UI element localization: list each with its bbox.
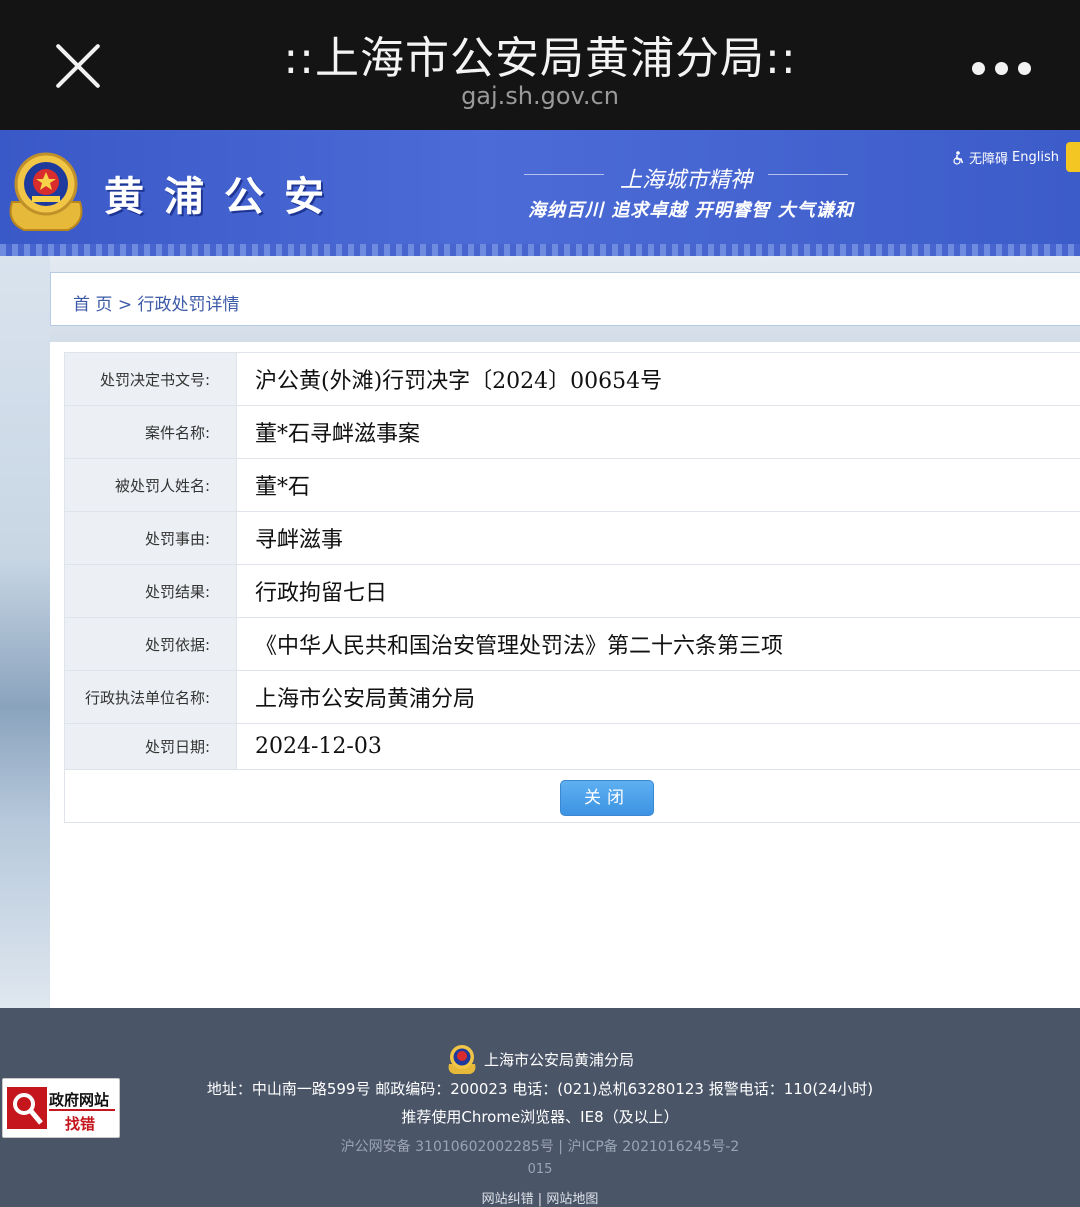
field-value: 《中华人民共和国治安管理处罚法》第二十六条第三项 xyxy=(255,634,784,659)
page-url: gaj.sh.gov.cn xyxy=(461,82,619,110)
field-value: 上海市公安局黄浦分局 xyxy=(255,687,476,712)
slogan-title: 上海城市精神 xyxy=(523,162,849,194)
breadcrumb-current: 行政处罚详情 xyxy=(137,295,240,315)
table-row: 处罚结果: 行政拘留七日 xyxy=(65,565,1080,618)
close-button[interactable]: 关闭 xyxy=(560,780,654,816)
accessibility-link[interactable]: 无障碍 xyxy=(969,148,1008,167)
breadcrumb-home[interactable]: 首 页 xyxy=(73,295,112,315)
side-tab[interactable] xyxy=(1066,142,1080,172)
site-name: 黄浦公安 xyxy=(104,173,344,220)
field-value: 寻衅滋事 xyxy=(255,528,344,553)
table-row: 处罚决定书文号: 沪公黄(外滩)行罚决字〔2024〕00654号 xyxy=(65,353,1080,406)
gov-site-error-badge[interactable]: 政府网站 找错 xyxy=(2,1078,120,1138)
background-cityscape xyxy=(0,256,50,1008)
button-row: 关闭 xyxy=(65,770,1080,822)
table-row: 处罚事由: 寻衅滋事 xyxy=(65,512,1080,565)
field-value: 行政拘留七日 xyxy=(255,581,388,606)
field-label: 被处罚人姓名: xyxy=(65,459,237,511)
footer-record[interactable]: 沪公网安备 31010602002285号 | 沪ICP备 2021016245… xyxy=(0,1136,1080,1156)
footer-partial-text: 015 xyxy=(527,1162,553,1177)
field-value: 2024-12-03 xyxy=(255,734,382,759)
field-value: 董*石 xyxy=(255,475,311,500)
field-value: 沪公黄(外滩)行罚决字〔2024〕00654号 xyxy=(255,369,663,394)
footer-org-name: 上海市公安局黄浦分局 xyxy=(483,1050,634,1069)
footer-address: 地址：中山南一路599号 邮政编码：200023 电话：(021)总机63280… xyxy=(206,1080,874,1098)
footer-links[interactable]: 网站纠错 | 网站地图 xyxy=(0,1188,1080,1207)
field-value: 董*石寻衅滋事案 xyxy=(255,422,421,447)
slogan: 海纳百川 追求卓越 开明睿智 大气谦和 xyxy=(528,200,854,221)
field-label: 案件名称: xyxy=(65,406,237,458)
field-label: 处罚决定书文号: xyxy=(65,353,237,405)
site-banner: 黄浦公安 上海城市精神 海纳百川 追求卓越 开明睿智 大气谦和 无障碍 Engl… xyxy=(0,130,1080,256)
breadcrumb-separator: > xyxy=(117,295,133,315)
breadcrumb: 首 页 > 行政处罚详情 xyxy=(50,272,1080,326)
field-label: 处罚结果: xyxy=(65,565,237,617)
more-options-icon[interactable] xyxy=(972,62,1032,76)
field-label: 行政执法单位名称: xyxy=(65,671,237,723)
police-emblem-icon xyxy=(448,1045,476,1074)
field-label: 处罚事由: xyxy=(65,512,237,564)
wheelchair-icon xyxy=(953,150,964,165)
main-content: 处罚决定书文号: 沪公黄(外滩)行罚决字〔2024〕00654号 案件名称: 董… xyxy=(50,342,1080,1008)
page-title: ::上海市公安局黄浦分局:: xyxy=(283,33,797,84)
field-label: 处罚依据: xyxy=(65,618,237,670)
gov-badge-divider xyxy=(49,1109,115,1111)
table-row: 行政执法单位名称: 上海市公安局黄浦分局 xyxy=(65,671,1080,724)
table-row: 案件名称: 董*石寻衅滋事案 xyxy=(65,406,1080,459)
table-row: 被处罚人姓名: 董*石 xyxy=(65,459,1080,512)
police-emblem-icon xyxy=(9,152,83,231)
footer-org: 上海市公安局黄浦分局 xyxy=(0,1042,1080,1076)
table-row: 处罚日期: 2024-12-03 xyxy=(65,724,1080,770)
app-top-bar: ::上海市公安局黄浦分局:: gaj.sh.gov.cn xyxy=(0,0,1080,130)
magnifier-icon xyxy=(7,1087,47,1129)
gov-badge-subtitle: 找错 xyxy=(65,1115,96,1133)
utility-links: 无障碍 English xyxy=(952,148,1059,167)
english-link[interactable]: English xyxy=(1012,150,1059,165)
gov-badge-title: 政府网站 xyxy=(49,1091,110,1109)
site-footer: 上海市公安局黄浦分局 地址：中山南一路599号 邮政编码：200023 电话：(… xyxy=(0,1008,1080,1207)
footer-browser-tip: 推荐使用Chrome浏览器、IE8（及以上） xyxy=(401,1108,679,1126)
penalty-detail-table: 处罚决定书文号: 沪公黄(外滩)行罚决字〔2024〕00654号 案件名称: 董… xyxy=(64,352,1080,823)
field-label: 处罚日期: xyxy=(65,724,237,769)
table-row: 处罚依据: 《中华人民共和国治安管理处罚法》第二十六条第三项 xyxy=(65,618,1080,671)
